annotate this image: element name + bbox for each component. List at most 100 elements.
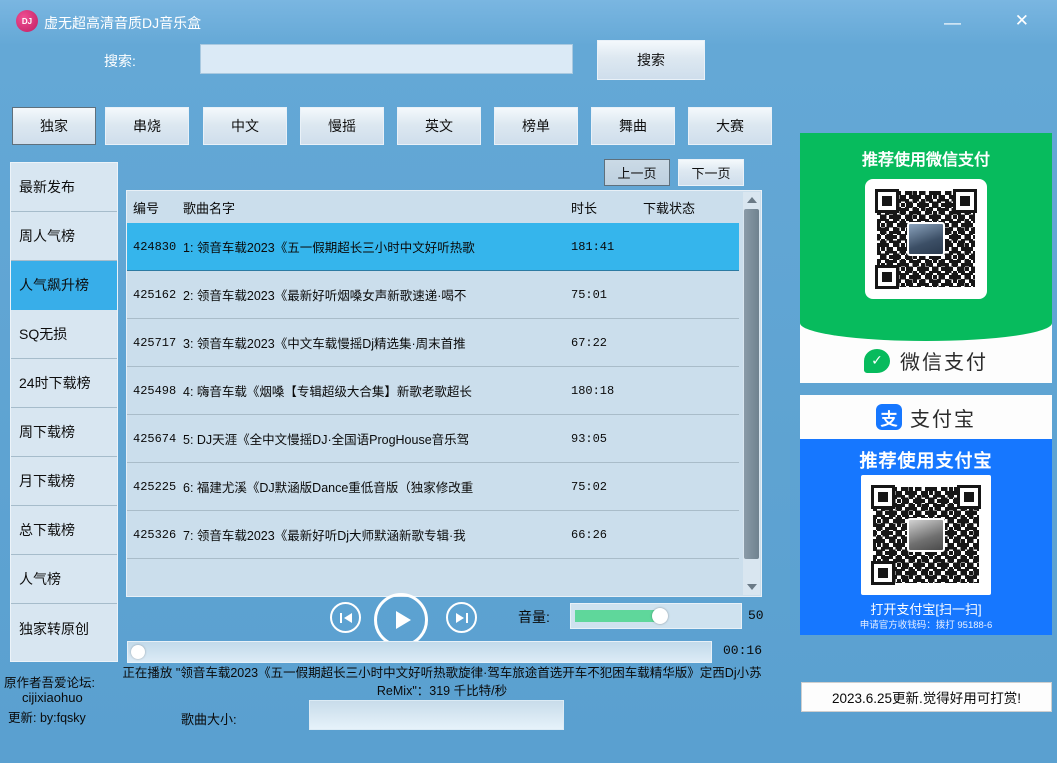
ranking-sidebar: 最新发布 周人气榜 人气飙升榜 SQ无损 24时下载榜 周下载榜 月下载榜 总下… [10, 162, 118, 662]
sidebar-item-total-downloads[interactable]: 总下载榜 [11, 506, 117, 555]
category-button-dance[interactable]: 舞曲 [591, 107, 675, 145]
wechat-qr-code [865, 179, 987, 299]
song-duration: 67:22 [571, 336, 643, 350]
alipay-scan-caption: 打开支付宝[扫一扫] [800, 599, 1052, 618]
header-id: 编号 [133, 198, 183, 217]
updater-label: 更新: by:fqsky [8, 707, 86, 726]
prev-page-button[interactable]: 上一页 [604, 159, 670, 186]
previous-track-button[interactable] [330, 602, 361, 633]
next-track-icon [456, 613, 464, 623]
sidebar-item-popularity[interactable]: 人气榜 [11, 555, 117, 604]
category-button-english[interactable]: 英文 [397, 107, 481, 145]
qr-center-photo [907, 518, 945, 552]
table-row[interactable]: 425674 5: DJ天涯《全中文慢摇DJ·全国语ProgHouse音乐驾 9… [127, 415, 739, 463]
sidebar-item-monthly-downloads[interactable]: 月下载榜 [11, 457, 117, 506]
volume-fill [575, 610, 660, 622]
scrollbar-thumb[interactable] [744, 209, 759, 559]
song-id: 424830 [133, 240, 183, 254]
song-id: 425717 [133, 336, 183, 350]
category-button-charts[interactable]: 榜单 [494, 107, 578, 145]
song-name: 3: 领音车载2023《中文车载慢摇Dj精选集·周末首推 [183, 333, 571, 352]
app-logo-icon: DJ [16, 10, 38, 32]
sidebar-item-sq-lossless[interactable]: SQ无损 [11, 310, 117, 359]
song-name: 4: 嗨音车载《烟嗓【专辑超级大合集】新歌老歌超长 [183, 381, 571, 400]
table-row[interactable]: 425162 2: 领音车载2023《最新好听烟嗓女声新歌速递·喝不 75:01 [127, 271, 739, 319]
elapsed-time: 00:16 [723, 643, 762, 658]
search-button[interactable]: 搜索 [597, 40, 705, 80]
song-duration: 93:05 [571, 432, 643, 446]
song-size-field[interactable] [309, 700, 564, 730]
alipay-panel: 支 支付宝 推荐使用支付宝 打开支付宝[扫一扫] 申请官方收钱码：拨打 9518… [800, 395, 1052, 635]
song-id: 425162 [133, 288, 183, 302]
volume-slider[interactable] [570, 603, 742, 629]
now-playing-status: 正在播放 "领音车载2023《五一假期超长三小时中文好听热歌旋律·驾车旅途首选开… [118, 664, 766, 700]
category-button-medley[interactable]: 串烧 [105, 107, 189, 145]
song-name: 7: 领音车载2023《最新好听Dj大师默涵新歌专辑·我 [183, 525, 571, 544]
wechat-header: 推荐使用微信支付 [800, 146, 1052, 170]
header-duration: 时长 [571, 198, 643, 217]
alipay-brand-text: 支付宝 [910, 403, 976, 432]
song-table: 编号 歌曲名字 时长 下载状态 424830 1: 领音车载2023《五一假期超… [126, 190, 762, 597]
song-name: 2: 领音车载2023《最新好听烟嗓女声新歌速递·喝不 [183, 285, 571, 304]
sidebar-item-weekly-downloads[interactable]: 周下载榜 [11, 408, 117, 457]
author-name: cijixiaohuo [22, 690, 83, 705]
volume-value: 50 [748, 608, 764, 623]
author-forum-label: 原作者吾爱论坛: [4, 672, 95, 691]
search-label: 搜索: [104, 51, 136, 71]
song-id: 425326 [133, 528, 183, 542]
table-row[interactable]: 425498 4: 嗨音车载《烟嗓【专辑超级大合集】新歌老歌超长 180:18 [127, 367, 739, 415]
wechat-pay-panel: 推荐使用微信支付 ✓ 微信支付 [800, 133, 1052, 383]
sidebar-item-24h-downloads[interactable]: 24时下载榜 [11, 359, 117, 408]
song-duration: 75:02 [571, 480, 643, 494]
song-duration: 66:26 [571, 528, 643, 542]
app-window: DJ 虚无超高清音质DJ音乐盒 — ✕ 搜索: 搜索 独家 串烧 中文 慢摇 英… [0, 0, 1057, 763]
song-id: 425674 [133, 432, 183, 446]
wechat-brand-text: 微信支付 [900, 346, 988, 375]
table-row[interactable]: 425326 7: 领音车载2023《最新好听Dj大师默涵新歌专辑·我 66:2… [127, 511, 739, 559]
table-header: 编号 歌曲名字 时长 下载状态 [127, 191, 761, 223]
song-duration: 180:18 [571, 384, 643, 398]
sidebar-item-latest[interactable]: 最新发布 [11, 163, 117, 212]
song-duration: 75:01 [571, 288, 643, 302]
scroll-up-icon[interactable] [743, 192, 760, 208]
song-id: 425498 [133, 384, 183, 398]
category-button-contest[interactable]: 大赛 [688, 107, 772, 145]
progress-thumb[interactable] [131, 645, 145, 659]
song-name: 5: DJ天涯《全中文慢摇DJ·全国语ProgHouse音乐驾 [183, 429, 571, 448]
alipay-header: 推荐使用支付宝 [800, 447, 1052, 473]
alipay-brand-row: 支 支付宝 [800, 395, 1052, 439]
category-button-exclusive[interactable]: 独家 [12, 107, 96, 145]
alipay-icon: 支 [876, 404, 902, 430]
play-button[interactable] [374, 593, 428, 647]
table-scrollbar[interactable] [743, 192, 760, 595]
song-name: 1: 领音车载2023《五一假期超长三小时中文好听热歌 [183, 237, 571, 256]
next-track-button[interactable] [446, 602, 477, 633]
wechat-pay-icon: ✓ [864, 349, 890, 373]
update-note: 2023.6.25更新.觉得好用可打赏! [801, 682, 1052, 712]
alipay-subcaption: 申请官方收钱码：拨打 95188-6 [800, 617, 1052, 631]
category-button-slow[interactable]: 慢摇 [300, 107, 384, 145]
table-row[interactable]: 424830 1: 领音车载2023《五一假期超长三小时中文好听热歌 181:4… [127, 223, 739, 271]
previous-track-icon [340, 613, 342, 623]
alipay-qr-code [861, 475, 991, 595]
song-name: 6: 福建尤溪《DJ默涵版Dance重低音版（独家修改重 [183, 477, 571, 496]
wechat-brand-row: ✓ 微信支付 [800, 346, 1052, 375]
header-name: 歌曲名字 [183, 198, 571, 217]
sidebar-item-rising-popularity[interactable]: 人气飙升榜 [11, 261, 117, 310]
minimize-button[interactable]: — [944, 14, 961, 31]
qr-center-photo [907, 222, 945, 256]
playback-progress-bar[interactable] [127, 641, 712, 663]
song-id: 425225 [133, 480, 183, 494]
sidebar-item-weekly-popularity[interactable]: 周人气榜 [11, 212, 117, 261]
close-button[interactable]: ✕ [1015, 12, 1029, 29]
table-row[interactable]: 425717 3: 领音车载2023《中文车载慢摇Dj精选集·周末首推 67:2… [127, 319, 739, 367]
next-page-button[interactable]: 下一页 [678, 159, 744, 186]
category-button-chinese[interactable]: 中文 [203, 107, 287, 145]
play-icon [396, 611, 411, 629]
search-input[interactable] [200, 44, 573, 74]
table-row[interactable]: 425225 6: 福建尤溪《DJ默涵版Dance重低音版（独家修改重 75:0… [127, 463, 739, 511]
volume-slider-thumb[interactable] [652, 608, 668, 624]
scroll-down-icon[interactable] [743, 579, 760, 595]
volume-label: 音量: [518, 607, 550, 627]
sidebar-item-exclusive-original[interactable]: 独家转原创 [11, 604, 117, 653]
